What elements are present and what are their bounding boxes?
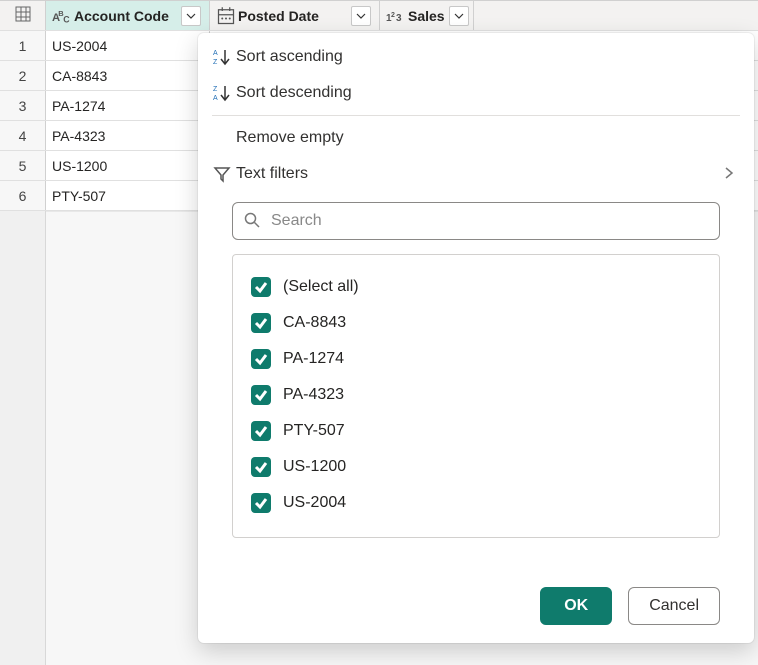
checkbox-checked-icon[interactable] xyxy=(251,421,271,441)
column-header-posted-date[interactable]: Posted Date xyxy=(210,1,380,30)
column-label: Posted Date xyxy=(238,8,347,24)
cell-account-code[interactable]: PA-1274 xyxy=(46,91,210,120)
cell-account-code[interactable]: US-2004 xyxy=(46,31,210,60)
table-icon xyxy=(15,6,31,25)
menu-label: Sort descending xyxy=(236,84,736,102)
checkbox-checked-icon[interactable] xyxy=(251,493,271,513)
search-container xyxy=(198,192,754,248)
sort-ascending-item[interactable]: AZ Sort ascending xyxy=(198,39,754,75)
sort-asc-icon: AZ xyxy=(208,47,236,67)
search-input[interactable] xyxy=(269,211,709,231)
date-type-icon xyxy=(216,6,236,26)
text-filters-item[interactable]: Text filters xyxy=(198,156,754,192)
row-number: 2 xyxy=(0,61,46,90)
svg-text:A: A xyxy=(213,50,218,57)
cell-account-code[interactable]: CA-8843 xyxy=(46,61,210,90)
text-type-icon: ABC xyxy=(52,6,72,26)
menu-label: Text filters xyxy=(236,165,722,183)
cell-account-code[interactable]: PA-4323 xyxy=(46,121,210,150)
column-label: Sales xyxy=(408,8,445,24)
filter-value-label: US-2004 xyxy=(283,494,346,512)
checkbox-checked-icon[interactable] xyxy=(251,349,271,369)
chevron-down-icon xyxy=(454,11,464,21)
table-corner[interactable] xyxy=(0,1,46,30)
svg-text:Z: Z xyxy=(213,86,218,93)
cell-account-code[interactable]: US-1200 xyxy=(46,151,210,180)
filter-value-label: PA-1274 xyxy=(283,350,344,368)
filter-dropdown-button[interactable] xyxy=(351,6,371,26)
cell-account-code[interactable]: PTY-507 xyxy=(46,181,210,210)
checkbox-checked-icon[interactable] xyxy=(251,457,271,477)
chevron-down-icon xyxy=(186,11,196,21)
filter-value-label: (Select all) xyxy=(283,278,359,296)
filter-value-item[interactable]: CA-8843 xyxy=(251,305,701,341)
number-type-icon: 123 xyxy=(386,9,406,23)
filter-value-label: CA-8843 xyxy=(283,314,346,332)
row-number: 1 xyxy=(0,31,46,60)
remove-empty-item[interactable]: Remove empty xyxy=(198,120,754,156)
filter-value-label: US-1200 xyxy=(283,458,346,476)
cancel-button[interactable]: Cancel xyxy=(628,587,720,625)
filter-icon xyxy=(208,164,236,184)
filter-value-item[interactable]: PTY-507 xyxy=(251,413,701,449)
filter-value-item[interactable]: US-1200 xyxy=(251,449,701,485)
filter-dropdown-button[interactable] xyxy=(449,6,469,26)
svg-text:Z: Z xyxy=(213,59,218,66)
svg-text:2: 2 xyxy=(391,12,395,19)
svg-text:A: A xyxy=(213,95,218,102)
filter-values-list[interactable]: (Select all) CA-8843 PA-1274 PA-4323 PTY… xyxy=(232,254,720,538)
svg-text:3: 3 xyxy=(396,13,402,23)
filter-value-item[interactable]: US-2004 xyxy=(251,485,701,521)
checkbox-checked-icon[interactable] xyxy=(251,313,271,333)
sort-desc-icon: ZA xyxy=(208,83,236,103)
filter-value-item[interactable]: PA-1274 xyxy=(251,341,701,377)
menu-separator xyxy=(212,115,740,116)
checkbox-checked-icon[interactable] xyxy=(251,277,271,297)
column-filter-panel: AZ Sort ascending ZA Sort descending Rem… xyxy=(198,33,754,643)
column-header-account-code[interactable]: ABC Account Code xyxy=(46,1,210,30)
row-number: 4 xyxy=(0,121,46,150)
filter-dropdown-button[interactable] xyxy=(181,6,201,26)
checkbox-checked-icon[interactable] xyxy=(251,385,271,405)
filter-value-item[interactable]: (Select all) xyxy=(251,269,701,305)
chevron-right-icon xyxy=(722,166,736,183)
row-number: 5 xyxy=(0,151,46,180)
chevron-down-icon xyxy=(356,11,366,21)
row-number: 3 xyxy=(0,91,46,120)
search-icon xyxy=(243,211,261,232)
header-row: ABC Account Code Posted Date 123 Sales xyxy=(0,1,758,31)
column-header-sales[interactable]: 123 Sales xyxy=(380,1,474,30)
column-label: Account Code xyxy=(74,8,177,24)
search-box[interactable] xyxy=(232,202,720,240)
ok-button[interactable]: OK xyxy=(540,587,612,625)
menu-label: Sort ascending xyxy=(236,48,736,66)
menu-label: Remove empty xyxy=(236,129,736,147)
filter-value-label: PTY-507 xyxy=(283,422,345,440)
dialog-buttons: OK Cancel xyxy=(540,587,720,625)
filter-value-item[interactable]: PA-4323 xyxy=(251,377,701,413)
sort-descending-item[interactable]: ZA Sort descending xyxy=(198,75,754,111)
svg-text:C: C xyxy=(63,14,70,24)
row-number: 6 xyxy=(0,181,46,210)
filter-value-label: PA-4323 xyxy=(283,386,344,404)
row-gutter-bg xyxy=(0,211,46,665)
